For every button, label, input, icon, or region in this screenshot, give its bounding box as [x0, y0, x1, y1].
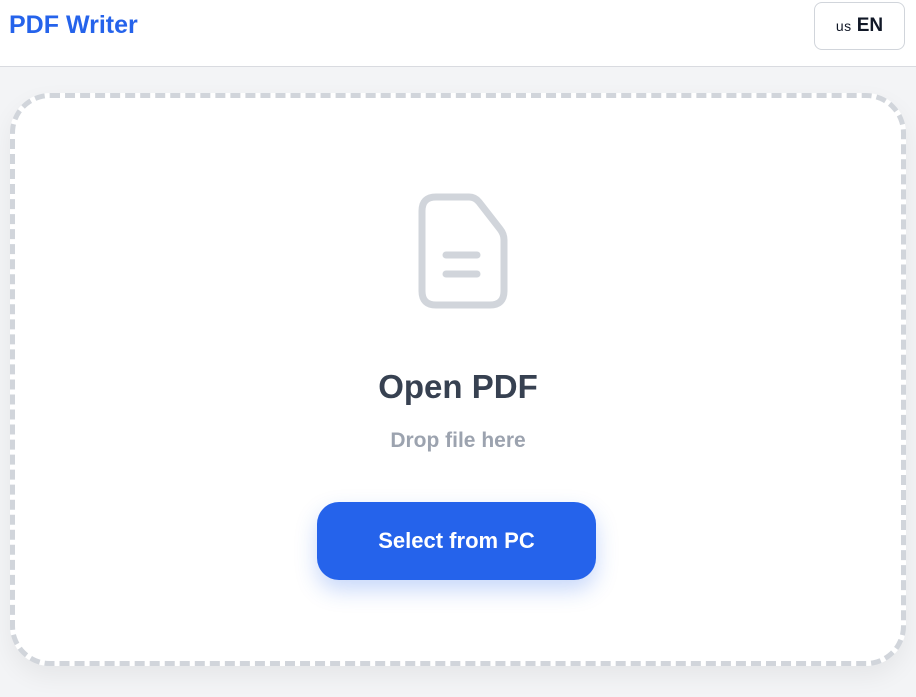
select-from-pc-button[interactable]: Select from PC: [317, 502, 596, 580]
language-selector-button[interactable]: us EN: [814, 2, 905, 50]
drop-zone-title: Open PDF: [378, 368, 538, 405]
pdf-drop-zone[interactable]: Open PDF Drop file here Select from PC: [10, 93, 906, 666]
app-title: PDF Writer: [9, 11, 138, 39]
file-text-icon: [418, 193, 508, 309]
app-header: PDF Writer us EN: [0, 0, 916, 67]
drop-zone-subtitle: Drop file here: [390, 429, 526, 452]
language-code: EN: [856, 15, 884, 36]
us-flag-icon: us: [835, 18, 852, 34]
